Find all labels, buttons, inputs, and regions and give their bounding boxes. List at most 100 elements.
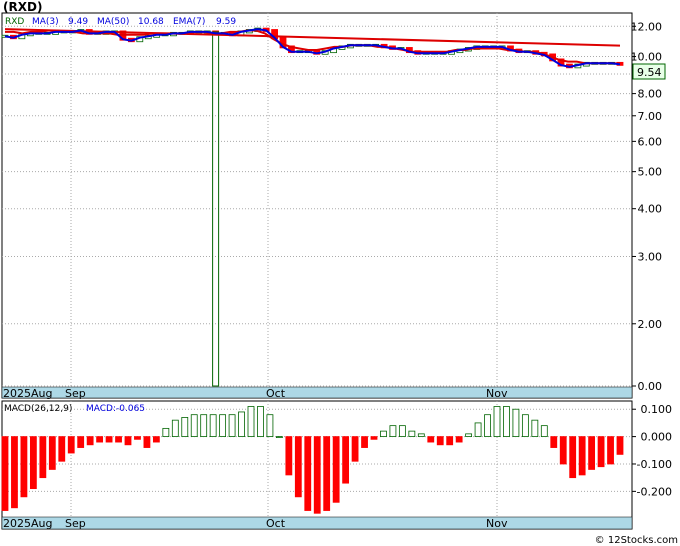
chart-title: (RXD) [3, 0, 42, 14]
macd-bar-5 [48, 436, 56, 470]
last-price-value: 9.54 [637, 66, 662, 79]
price-tick-label-8: 3.00 [638, 250, 663, 263]
macd-bar-12 [115, 436, 122, 443]
legend-ema7-value: 9.59 [216, 17, 236, 27]
macd-bar-1 [11, 436, 18, 509]
macd-bar-49 [465, 433, 473, 437]
price-tick-label-4: 7.00 [638, 110, 663, 123]
macd-bar-44 [417, 433, 425, 437]
macd-time-axis [1, 516, 633, 530]
macd-tick-label-3: -0.200 [637, 485, 672, 498]
macd-bar-16 [152, 436, 160, 443]
macd-bar-58 [550, 436, 558, 448]
macd-panel: 0.100 0.000 -0.100 -0.200 MACD(26,12,9) MAC… [1, 400, 673, 530]
price-tick-label-6: 5.00 [638, 166, 663, 179]
price-month-label-0: 2025Aug [3, 387, 52, 400]
macd-month-label-0: 2025Aug [3, 517, 52, 530]
macd-bar-32 [304, 436, 312, 511]
macd-bar-13 [124, 436, 132, 446]
macd-bar-8 [77, 436, 85, 448]
macd-bar-17 [162, 427, 170, 437]
macd-params-label: MACD(26,12,9) [4, 404, 72, 414]
stock-chart: (RXD) 12.0010.009.008.007.006.005.004.00… [0, 0, 680, 546]
macd-bar-11 [105, 436, 113, 443]
macd-bar-9 [86, 436, 94, 446]
price-month-label-2: Oct [266, 387, 286, 400]
price-tick-label-7: 4.00 [638, 203, 663, 216]
macd-month-label-1: Sep [65, 517, 86, 530]
macd-bar-26 [247, 406, 255, 437]
macd-bar-51 [484, 414, 491, 437]
macd-bar-22 [209, 414, 217, 437]
price-tick-label-3: 8.00 [638, 88, 663, 101]
macd-bar-45 [427, 436, 435, 443]
price-tick-label-5: 6.00 [638, 135, 663, 148]
macd-bar-46 [436, 436, 444, 446]
macd-bar-40 [380, 430, 387, 437]
macd-bar-42 [398, 425, 406, 437]
macd-bar-27 [257, 406, 264, 437]
macd-month-label-2: Oct [266, 517, 286, 530]
macd-bar-52 [493, 406, 501, 437]
macd-bar-2 [20, 436, 28, 498]
macd-bar-28 [266, 414, 274, 437]
legend-ma50-value: 10.68 [138, 17, 164, 27]
macd-bar-47 [446, 436, 454, 446]
legend-ma3-value: 9.49 [68, 17, 88, 27]
macd-tick-label-1: 0.000 [641, 431, 673, 444]
macd-bar-43 [408, 430, 416, 437]
macd-bar-37 [351, 436, 359, 462]
macd-bar-56 [531, 419, 539, 437]
legend-symbol: RXD [5, 17, 24, 27]
macd-bar-48 [455, 436, 463, 443]
price-legend: RXD MA(3) 9.49 MA(50) 10.68 EMA(7) 9.59 [5, 17, 236, 27]
macd-bar-60 [569, 436, 577, 479]
macd-bar-64 [607, 436, 614, 465]
macd-bar-18 [171, 419, 179, 437]
macd-bar-62 [588, 436, 596, 470]
macd-bar-29 [275, 436, 283, 438]
macd-bar-7 [67, 436, 75, 454]
legend-ema7-label: EMA(7) [173, 17, 205, 27]
macd-bar-57 [540, 425, 548, 437]
macd-bar-65 [616, 436, 624, 455]
price-month-label-1: Sep [65, 387, 86, 400]
macd-bar-30 [285, 436, 293, 476]
macd-bar-21 [200, 414, 208, 437]
macd-month-label-3: Nov [486, 517, 508, 530]
macd-bar-0 [1, 436, 9, 511]
macd-bar-20 [190, 414, 198, 437]
macd-bar-14 [134, 436, 141, 440]
macd-bar-23 [219, 414, 227, 437]
macd-bar-31 [294, 436, 302, 498]
macd-tick-label-0: 0.100 [641, 403, 673, 416]
macd-bar-34 [323, 436, 331, 511]
macd-bar-41 [389, 425, 397, 437]
macd-bar-6 [58, 436, 66, 462]
macd-bar-38 [361, 436, 368, 448]
macd-bar-55 [521, 414, 529, 437]
legend-ma3-label: MA(3) [32, 17, 59, 27]
macd-bar-36 [342, 436, 350, 484]
price-panel: 12.0010.009.008.007.006.005.004.003.002.… [1, 12, 666, 400]
macd-bar-59 [559, 436, 567, 465]
macd-bar-35 [332, 436, 340, 503]
watermark: © 12Stocks.com [595, 535, 678, 546]
price-tick-label-9: 2.00 [638, 318, 663, 331]
macd-bar-4 [39, 436, 47, 479]
macd-bar-24 [228, 414, 236, 437]
price-time-axis [1, 386, 633, 399]
macd-bar-50 [474, 422, 482, 437]
macd-bar-10 [96, 436, 104, 443]
price-panel-frame [1, 12, 633, 399]
price-tick-label-10: 0.00 [638, 380, 663, 393]
macd-value-label: MACD:-0.065 [86, 404, 145, 414]
macd-bar-15 [143, 436, 151, 448]
macd-bar-54 [512, 408, 520, 437]
macd-bar-33 [313, 436, 321, 514]
macd-bar-53 [503, 406, 510, 437]
macd-bar-19 [181, 417, 189, 437]
price-tick-label-1: 10.00 [631, 51, 663, 64]
macd-bar-39 [370, 436, 378, 440]
macd-bar-25 [238, 411, 245, 437]
